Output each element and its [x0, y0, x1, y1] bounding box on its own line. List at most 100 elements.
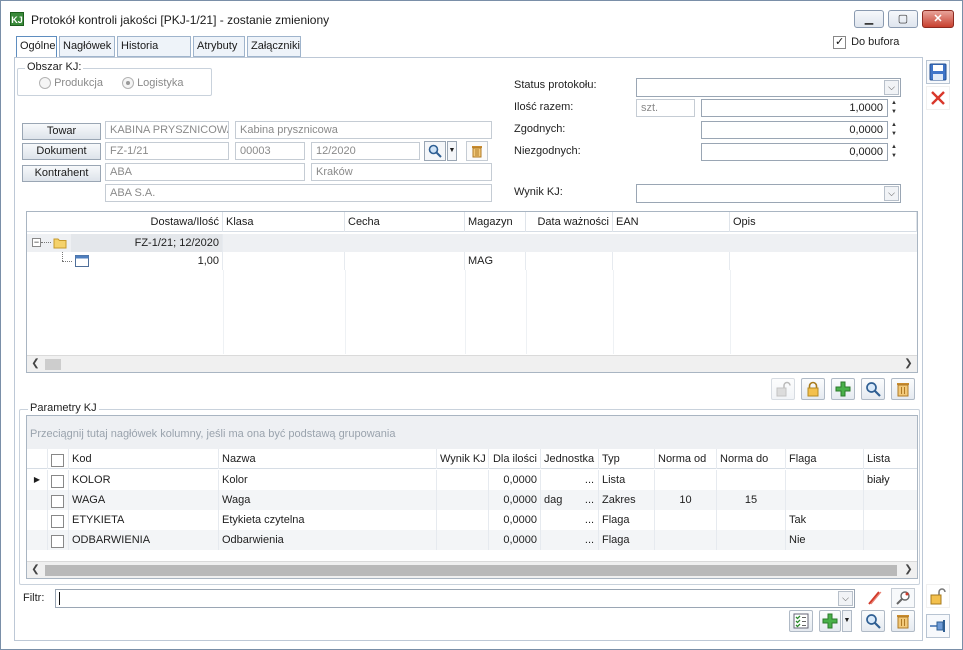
kontrahent-name-field[interactable]: ABA S.A. [105, 184, 492, 202]
row-checkbox-cell[interactable] [48, 530, 69, 550]
tab-ogolne[interactable]: Ogólne [16, 36, 57, 58]
unlock-button[interactable] [771, 378, 795, 400]
spin-up-icon[interactable]: ▲ [889, 143, 899, 152]
param-row[interactable]: ODBARWIENIA Odbarwienia 0,0000 ... Flaga… [27, 530, 917, 550]
wynik-combo[interactable]: ⌵ [636, 184, 901, 203]
param-wynik[interactable] [437, 530, 489, 550]
scroll-right-icon[interactable]: ❯ [900, 356, 917, 372]
row-checkbox-cell[interactable] [48, 470, 69, 490]
param-row[interactable]: WAGA Waga 0,0000 dag ... Zakres 10 15 [27, 490, 917, 510]
close-button[interactable]: ✕ [922, 10, 954, 28]
chevron-down-icon[interactable]: ⌵ [884, 80, 899, 95]
radio-produkcja-dot[interactable] [39, 77, 51, 90]
tab-historia-zmian[interactable]: Historia zmian [117, 36, 191, 71]
delete-button[interactable] [891, 378, 915, 400]
dokument-search-dropdown[interactable]: ▼ [447, 141, 457, 161]
col-flaga[interactable]: Flaga [786, 449, 864, 469]
kontrahent-button[interactable]: Kontrahent [22, 165, 101, 182]
row-checkbox-cell[interactable] [48, 490, 69, 510]
param-ilosc[interactable]: 0,0000 [489, 530, 541, 550]
chevron-down-icon[interactable]: ⌵ [884, 186, 899, 201]
chevron-down-icon[interactable]: ⌵ [838, 591, 853, 606]
kontrahent-city-field[interactable]: Kraków [311, 163, 492, 181]
param-row[interactable]: ▶ KOLOR Kolor 0,0000 ... Lista biały [27, 470, 917, 490]
lock-button[interactable] [801, 378, 825, 400]
niezgodnych-spinner[interactable]: ▲ ▼ [889, 143, 899, 161]
delete-param-button[interactable] [891, 610, 915, 632]
param-wynik[interactable] [437, 490, 489, 510]
spin-up-icon[interactable]: ▲ [889, 99, 899, 108]
spin-down-icon[interactable]: ▼ [889, 108, 899, 117]
scroll-thumb[interactable] [45, 565, 897, 576]
tab-atrybuty[interactable]: Atrybuty [193, 36, 245, 57]
col-typ[interactable]: Typ [599, 449, 655, 469]
scroll-left-icon[interactable]: ❮ [27, 562, 44, 578]
zgodnych-field[interactable]: 0,0000 [701, 121, 888, 139]
row-checkbox[interactable] [51, 475, 64, 489]
row-checkbox[interactable] [51, 515, 64, 529]
col-magazyn[interactable]: Magazyn [465, 212, 526, 232]
parameters-grid[interactable]: Przeciągnij tutaj nagłówek kolumny, jeśl… [26, 415, 918, 579]
add-param-button[interactable] [819, 610, 841, 632]
scroll-left-icon[interactable]: ❮ [27, 356, 44, 372]
col-jednostka[interactable]: Jednostka [541, 449, 599, 469]
minimize-button[interactable]: ▁ [854, 10, 884, 28]
dokument-search-button[interactable] [424, 141, 446, 161]
ilosc-field[interactable]: 1,0000 [701, 99, 888, 117]
col-ean[interactable]: EAN [613, 212, 730, 232]
add-button[interactable] [831, 378, 855, 400]
radio-logistyka-dot[interactable] [122, 77, 134, 90]
radio-logistyka[interactable]: Logistyka [122, 77, 184, 90]
scroll-right-icon[interactable]: ❯ [900, 562, 917, 578]
tree-scrollbar[interactable]: ❮ ❯ [27, 355, 917, 372]
col-klasa[interactable]: Klasa [223, 212, 345, 232]
col-cecha[interactable]: Cecha [345, 212, 465, 232]
col-norma-do[interactable]: Norma do [717, 449, 786, 469]
search-button[interactable] [861, 378, 885, 400]
param-jednostka-picker[interactable]: ... [581, 470, 599, 490]
param-jednostka-picker[interactable]: ... [581, 490, 599, 510]
clear-filter-button[interactable] [863, 588, 885, 608]
towar-code-field[interactable]: KABINA PRYSZNICOWA [105, 121, 229, 139]
param-wynik[interactable] [437, 510, 489, 530]
dokument-seq-field[interactable]: 00003 [235, 142, 305, 160]
param-row[interactable]: ETYKIETA Etykieta czytelna 0,0000 ... Fl… [27, 510, 917, 530]
param-ilosc[interactable]: 0,0000 [489, 510, 541, 530]
filter-input[interactable]: ⌵ [55, 589, 855, 608]
advanced-filter-button[interactable] [891, 588, 915, 608]
towar-name-field[interactable]: Kabina prysznicowa [235, 121, 492, 139]
row-checkbox[interactable] [51, 535, 64, 549]
row-checkbox-cell[interactable] [48, 510, 69, 530]
save-button[interactable] [926, 60, 950, 84]
tab-zalaczniki[interactable]: Załączniki [247, 36, 301, 57]
maximize-button[interactable]: ▢ [888, 10, 918, 28]
dokument-period-field[interactable]: 12/2020 [311, 142, 420, 160]
dokument-clear-button[interactable] [466, 141, 488, 161]
dokument-number-field[interactable]: FZ-1/21 [105, 142, 229, 160]
pin-button[interactable] [926, 614, 950, 638]
param-ilosc[interactable]: 0,0000 [489, 470, 541, 490]
col-dla-ilosci[interactable]: Dla ilości [489, 449, 541, 469]
checklist-button[interactable] [789, 610, 813, 632]
niezgodnych-field[interactable]: 0,0000 [701, 143, 888, 161]
towar-button[interactable]: Towar [22, 123, 101, 140]
add-param-dropdown[interactable]: ▼ [842, 610, 852, 632]
spin-up-icon[interactable]: ▲ [889, 121, 899, 130]
spin-down-icon[interactable]: ▼ [889, 130, 899, 139]
tree-row[interactable]: − FZ-1/21; 12/2020 [27, 234, 917, 252]
scroll-thumb[interactable] [45, 359, 61, 370]
collapse-toggle[interactable]: − [32, 238, 41, 247]
param-wynik[interactable] [437, 470, 489, 490]
tree-row[interactable]: 1,00 MAG [27, 252, 917, 270]
col-nazwa[interactable]: Nazwa [219, 449, 437, 469]
status-combo[interactable]: ⌵ [636, 78, 901, 97]
zgodnych-spinner[interactable]: ▲ ▼ [889, 121, 899, 139]
tab-naglowek[interactable]: Nagłówek [59, 36, 115, 57]
col-dostawa-ilosc[interactable]: Dostawa/Ilość [27, 212, 223, 232]
do-bufora-checkbox[interactable]: Do bufora [833, 35, 899, 49]
radio-produkcja[interactable]: Produkcja [39, 77, 103, 90]
col-data-waznosci[interactable]: Data ważności [526, 212, 613, 232]
param-jednostka-picker[interactable]: ... [581, 510, 599, 530]
col-kod[interactable]: Kod [69, 449, 219, 469]
params-scrollbar[interactable]: ❮ ❯ [27, 561, 917, 578]
